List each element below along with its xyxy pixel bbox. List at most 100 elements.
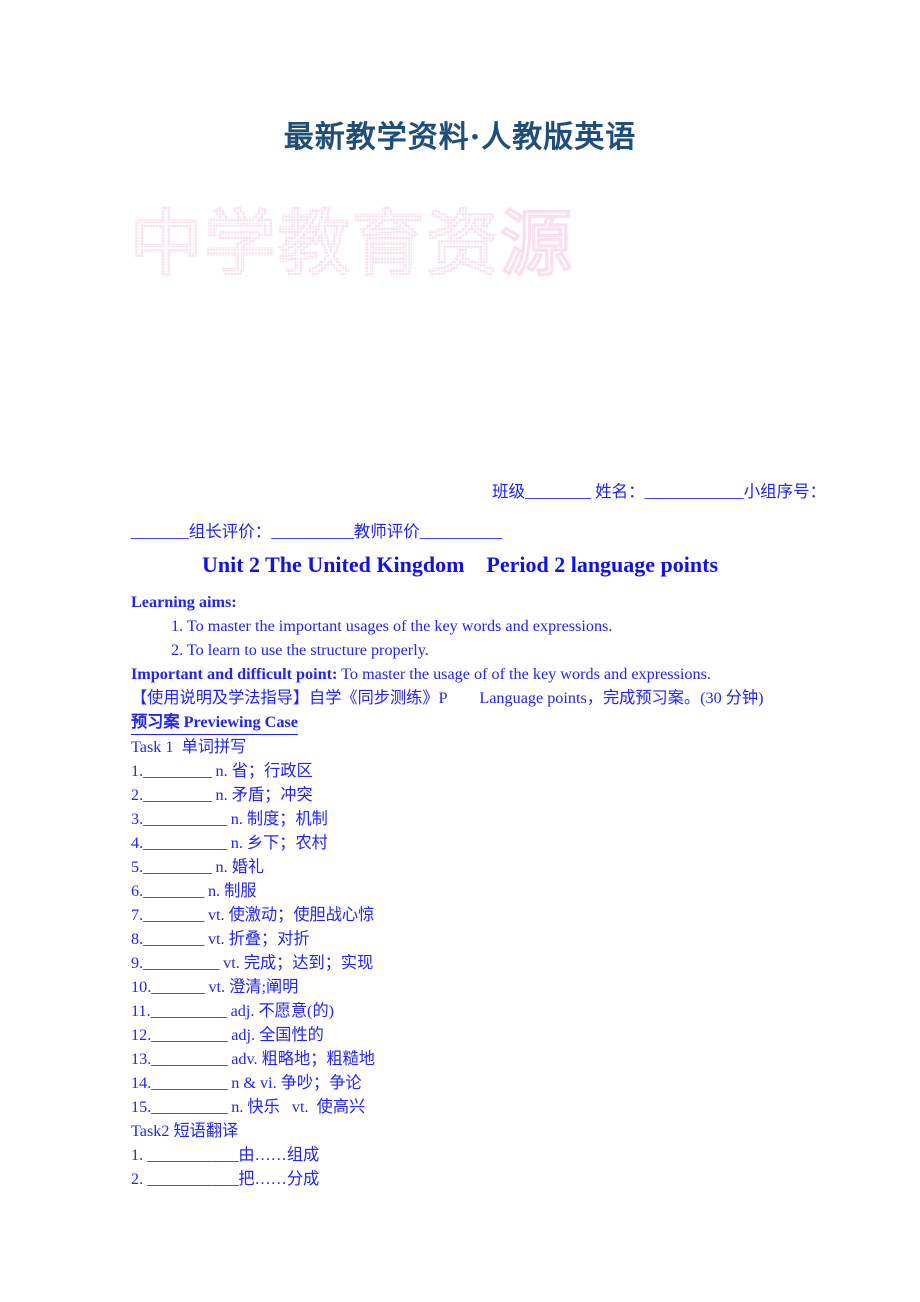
chinese-meaning: 乡下；农村 xyxy=(242,834,328,852)
part-of-speech: n. xyxy=(211,858,228,876)
watermark: 中学教育资源 xyxy=(130,196,575,401)
task1-item: 12.__________ adj. 全国性的 xyxy=(131,1023,891,1047)
chinese-meaning: 粗略地；粗糙地 xyxy=(257,1050,375,1068)
answer-blank[interactable]: _________ xyxy=(143,762,212,780)
part-of-speech: n & vi. xyxy=(227,1074,277,1092)
answer-blank[interactable]: ________ xyxy=(143,906,204,924)
learning-aims-heading: Learning aims: xyxy=(131,593,237,611)
part-of-speech: n. xyxy=(227,1098,244,1116)
page-title: Unit 2 The United Kingdom Period 2 langu… xyxy=(201,552,719,577)
task1-item: 2._________ n. 矛盾；冲突 xyxy=(131,783,891,807)
chinese-meaning: 完成；达到；实现 xyxy=(239,954,374,972)
answer-blank[interactable]: __________ xyxy=(151,1002,227,1020)
item-number: 1. xyxy=(131,762,144,780)
item-number: 7. xyxy=(131,906,144,924)
important-difficult-point-row: Important and difficult point: To master… xyxy=(131,662,891,686)
part-of-speech: adv. xyxy=(227,1050,258,1068)
task1-item: 13.__________ adv. 粗略地；粗糙地 xyxy=(131,1047,891,1071)
task1-vocabulary-list: 1._________ n. 省；行政区 2._________ n. 矛盾；冲突… xyxy=(131,759,891,1119)
task1-item: 7.________ vt. 使激动；使胆战心惊 xyxy=(131,903,891,927)
answer-blank[interactable]: __________ xyxy=(151,1050,227,1068)
chinese-meaning: 婚礼 xyxy=(227,858,265,876)
item-number: 10. xyxy=(131,978,152,996)
item-number: 14. xyxy=(131,1074,152,1092)
important-point-text: To master the usage of of the key words … xyxy=(337,665,711,683)
item-number: 15. xyxy=(131,1098,152,1116)
watermark-text: 中学教育资源 xyxy=(130,202,575,287)
answer-blank[interactable]: ____________ xyxy=(147,1170,239,1188)
task1-heading: Task 1 单词拼写 xyxy=(131,738,247,756)
answer-blank[interactable]: _________ xyxy=(143,786,212,804)
chinese-meaning: 快乐 vt. 使高兴 xyxy=(243,1098,366,1116)
task1-item: 1._________ n. 省；行政区 xyxy=(131,759,891,783)
chinese-meaning: 把……分成 xyxy=(238,1170,320,1188)
task2-item: 1. ____________由……组成 xyxy=(131,1143,891,1167)
answer-blank[interactable]: _________ xyxy=(143,858,212,876)
learning-aim-item-1: 1. To master the important usages of the… xyxy=(171,617,613,635)
task2-heading: Task2 短语翻译 xyxy=(131,1122,239,1140)
part-of-speech: n. xyxy=(226,810,243,828)
chinese-meaning: 不愿意(的) xyxy=(254,1002,335,1020)
answer-blank[interactable]: _______ xyxy=(151,978,205,996)
task1-item: 10._______ vt. 澄清;阐明 xyxy=(131,975,891,999)
learning-aim-item-2: 2. To learn to use the structure properl… xyxy=(171,641,429,659)
chinese-meaning: 制服 xyxy=(220,882,257,900)
part-of-speech: adj. xyxy=(226,1002,255,1020)
previewing-case-heading: 预习案 Previewing Case xyxy=(131,710,298,735)
chinese-meaning: 折叠；对折 xyxy=(224,930,310,948)
part-of-speech: vt. xyxy=(203,906,225,924)
chinese-meaning: 争吵；争论 xyxy=(276,1074,362,1092)
answer-blank[interactable]: ___________ xyxy=(143,834,227,852)
item-number: 4. xyxy=(131,834,144,852)
part-of-speech: n. xyxy=(211,786,228,804)
item-number: 2. xyxy=(131,1170,144,1188)
document-header: 最新教学资料·人教版英语 xyxy=(0,112,920,156)
important-point-label: Important and difficult point: xyxy=(131,665,338,683)
item-number: 5. xyxy=(131,858,144,876)
chinese-meaning: 矛盾；冲突 xyxy=(227,786,313,804)
answer-blank[interactable]: __________ xyxy=(151,1026,227,1044)
item-number: 9. xyxy=(131,954,144,972)
student-info-line-class-name-group: 班级________ 姓名：____________小组序号： xyxy=(492,482,827,501)
answer-blank[interactable]: __________ xyxy=(151,1098,227,1116)
chinese-meaning: 制度；机制 xyxy=(242,810,328,828)
part-of-speech: vt. xyxy=(203,930,225,948)
answer-blank[interactable]: ____________ xyxy=(147,1146,239,1164)
task1-item: 5._________ n. 婚礼 xyxy=(131,855,891,879)
answer-blank[interactable]: ________ xyxy=(143,930,204,948)
answer-blank[interactable]: __________ xyxy=(151,1074,227,1092)
part-of-speech: n. xyxy=(211,762,228,780)
chinese-meaning: 使激动；使胆战心惊 xyxy=(224,906,375,924)
task1-item: 4.___________ n. 乡下；农村 xyxy=(131,831,891,855)
task1-item: 9.__________ vt. 完成；达到；实现 xyxy=(131,951,891,975)
part-of-speech: n. xyxy=(203,882,221,900)
chinese-meaning: 全国性的 xyxy=(255,1026,324,1044)
answer-blank[interactable]: ________ xyxy=(143,882,204,900)
document-body: Learning aims: 1. To master the importan… xyxy=(131,590,891,1191)
task1-item: 15.__________ n. 快乐 vt. 使高兴 xyxy=(131,1095,891,1119)
item-number: 11. xyxy=(131,1002,151,1020)
task1-item: 3.___________ n. 制度；机制 xyxy=(131,807,891,831)
task1-item: 11.__________ adj. 不愿意(的) xyxy=(131,999,891,1023)
student-info-line-evaluations: _______组长评价：__________教师评价__________ xyxy=(131,522,503,541)
chinese-meaning: 澄清;阐明 xyxy=(225,978,299,996)
task2-phrase-list: 1. ____________由……组成 2. ____________把……分成 xyxy=(131,1143,891,1191)
item-number: 3. xyxy=(131,810,144,828)
item-number: 6. xyxy=(131,882,144,900)
task1-item: 6.________ n. 制服 xyxy=(131,879,891,903)
watermark-dot-mask xyxy=(130,196,500,401)
task2-item: 2. ____________把……分成 xyxy=(131,1167,891,1191)
part-of-speech: vt. xyxy=(204,978,226,996)
item-number: 1. xyxy=(131,1146,144,1164)
chinese-meaning: 省；行政区 xyxy=(227,762,313,780)
part-of-speech: adj. xyxy=(227,1026,256,1044)
task1-item: 8.________ vt. 折叠；对折 xyxy=(131,927,891,951)
item-number: 2. xyxy=(131,786,144,804)
header-banner-text: 最新教学资料·人教版英语 xyxy=(283,120,637,155)
item-number: 8. xyxy=(131,930,144,948)
item-number: 13. xyxy=(131,1050,152,1068)
usage-instruction-row: 【使用说明及学法指导】自学《同步测练》P Language points，完成预… xyxy=(131,689,764,707)
answer-blank[interactable]: __________ xyxy=(143,954,219,972)
part-of-speech: vt. xyxy=(219,954,240,972)
answer-blank[interactable]: ___________ xyxy=(143,810,227,828)
